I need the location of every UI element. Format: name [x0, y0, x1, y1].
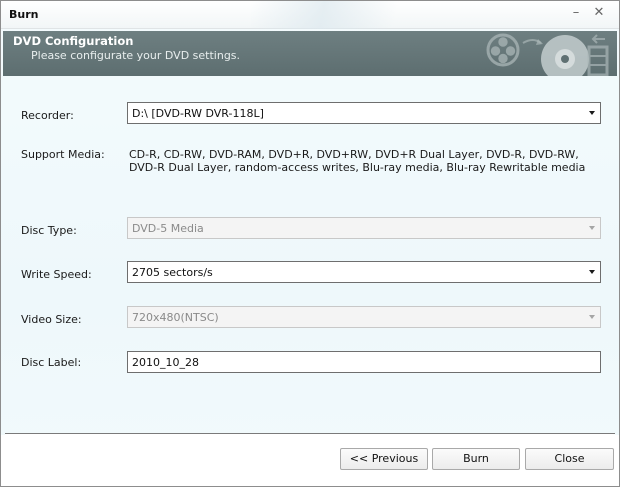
- header-title: DVD Configuration: [13, 34, 134, 48]
- support-media-value: CD-R, CD-RW, DVD-RAM, DVD+R, DVD+RW, DVD…: [129, 148, 586, 174]
- write-speed-label: Write Speed:: [21, 268, 92, 281]
- burn-illustration-icon: [486, 33, 609, 76]
- disc-label-label: Disc Label:: [21, 356, 82, 369]
- previous-button[interactable]: << Previous: [340, 448, 428, 470]
- disc-type-value: DVD-5 Media: [132, 222, 204, 235]
- chevron-down-icon: [589, 111, 595, 115]
- write-speed-value: 2705 sectors/s: [132, 266, 213, 279]
- video-size-label: Video Size:: [21, 313, 82, 326]
- chevron-down-icon: [589, 315, 595, 319]
- chevron-down-icon: [589, 226, 595, 230]
- recorder-value: D:\ [DVD-RW DVR-118L]: [132, 107, 264, 120]
- close-window-button[interactable]: ✕: [590, 4, 608, 22]
- video-size-value: 720x480(NTSC): [132, 311, 219, 324]
- burn-button[interactable]: Burn: [432, 448, 520, 470]
- recorder-label: Recorder:: [21, 109, 74, 122]
- film-strip-icon: [587, 34, 609, 76]
- disc-type-label: Disc Type:: [21, 224, 77, 237]
- minimize-button[interactable]: –: [567, 4, 585, 22]
- disc-label-value: 2010_10_28: [132, 356, 199, 369]
- disc-type-select: DVD-5 Media: [127, 217, 601, 239]
- chevron-down-icon: [589, 270, 595, 274]
- video-size-select: 720x480(NTSC): [127, 306, 601, 328]
- header-subtitle: Please configurate your DVD settings.: [31, 49, 241, 62]
- recorder-select[interactable]: D:\ [DVD-RW DVR-118L]: [127, 102, 601, 124]
- title-bar: Burn – ✕: [1, 1, 619, 29]
- write-speed-select[interactable]: 2705 sectors/s: [127, 261, 601, 283]
- disc-label-input[interactable]: 2010_10_28: [127, 351, 601, 373]
- burn-dialog: Burn – ✕ DVD Configuration Please config…: [0, 0, 620, 487]
- header-banner: DVD Configuration Please configurate you…: [3, 31, 617, 76]
- support-media-label: Support Media:: [21, 148, 105, 161]
- film-reel-icon: [486, 33, 520, 67]
- window-title: Burn: [9, 8, 39, 21]
- disc-icon: [541, 35, 589, 76]
- close-button[interactable]: Close: [525, 448, 614, 470]
